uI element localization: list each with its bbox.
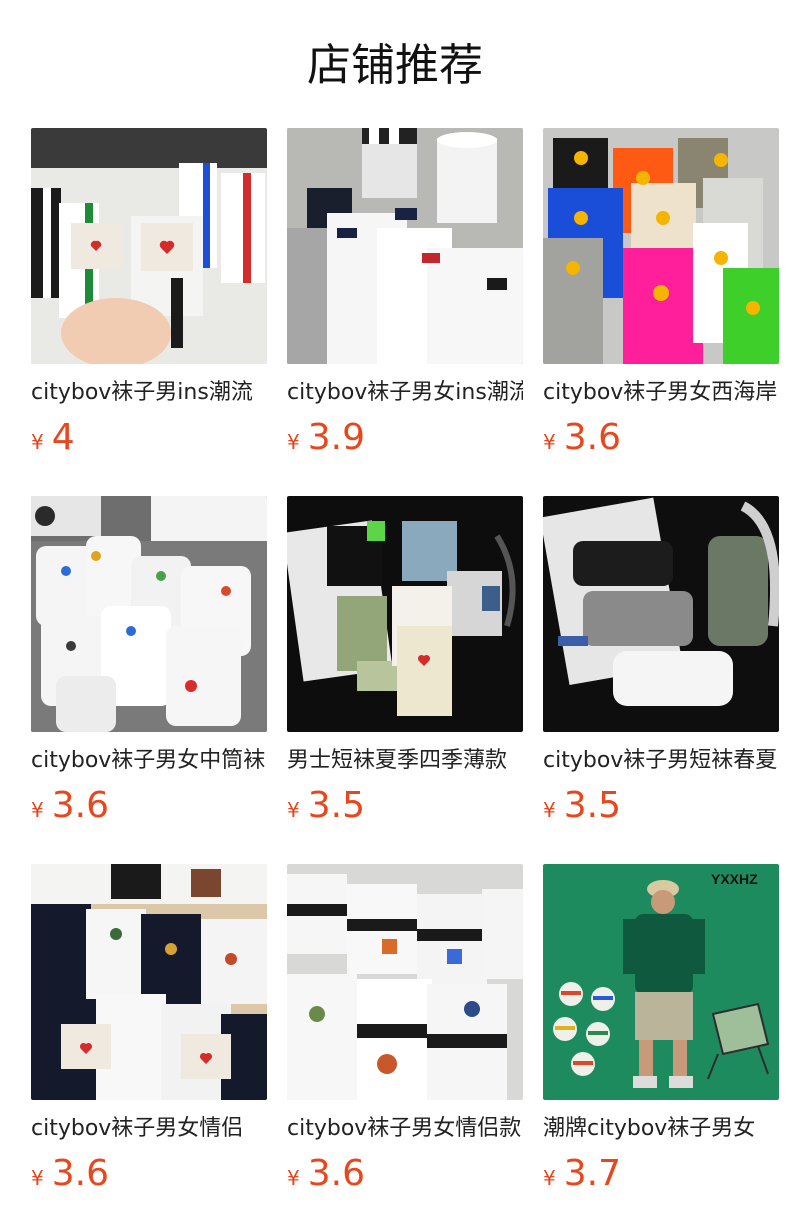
product-price: ¥3.6 [543,416,621,460]
currency-symbol: ¥ [287,1166,300,1190]
price-value: 3.6 [51,1153,109,1194]
product-image[interactable] [543,128,779,364]
price-value: 3.6 [563,417,621,458]
product-price: ¥4 [31,416,75,460]
page-title: 店铺推荐 [307,40,483,91]
price-value: 3.5 [563,785,621,826]
product-card[interactable]: citybov袜子男女情侣 ¥3.6 [31,864,267,1204]
product-card[interactable]: citybov袜子男女ins潮流 ¥3.9 [287,128,523,468]
product-name[interactable]: citybov袜子男女西海岸 [543,378,779,408]
product-image[interactable] [31,496,267,732]
product-name[interactable]: 男士短袜夏季四季薄款 [287,746,523,776]
currency-symbol: ¥ [287,798,300,822]
product-card[interactable]: citybov袜子男ins潮流 ¥4 [31,128,267,468]
currency-symbol: ¥ [543,1166,556,1190]
product-card[interactable]: 男士短袜夏季四季薄款 ¥3.5 [287,496,523,836]
product-image[interactable] [543,496,779,732]
product-card[interactable]: citybov袜子男短袜春夏 ¥3.5 [543,496,779,836]
product-card[interactable]: citybov袜子男女西海岸 ¥3.6 [543,128,779,468]
product-name[interactable]: citybov袜子男短袜春夏 [543,746,779,776]
product-card[interactable]: citybov袜子男女中筒袜 ¥3.6 [31,496,267,836]
currency-symbol: ¥ [543,798,556,822]
product-image[interactable] [31,864,267,1100]
product-price: ¥3.7 [543,1152,621,1196]
price-value: 3.6 [51,785,109,826]
product-name[interactable]: 潮牌citybov袜子男女 [543,1114,779,1144]
price-value: 3.5 [307,785,365,826]
product-image[interactable] [287,128,523,364]
product-name[interactable]: citybov袜子男女情侣款 [287,1114,523,1144]
product-name[interactable]: citybov袜子男女ins潮流 [287,378,523,408]
product-name[interactable]: citybov袜子男女情侣 [31,1114,267,1144]
product-card[interactable]: citybov袜子男女情侣款 ¥3.6 [287,864,523,1204]
currency-symbol: ¥ [543,430,556,454]
currency-symbol: ¥ [31,1166,44,1190]
currency-symbol: ¥ [31,430,44,454]
price-value: 3.7 [563,1153,621,1194]
product-name[interactable]: citybov袜子男女中筒袜 [31,746,267,776]
price-value: 3.6 [307,1153,365,1194]
price-value: 3.9 [307,417,365,458]
product-name[interactable]: citybov袜子男ins潮流 [31,378,267,408]
product-image[interactable]: YXXHZ [543,864,779,1100]
product-image[interactable] [31,128,267,364]
product-price: ¥3.6 [287,1152,365,1196]
product-price: ¥3.6 [31,784,109,828]
product-price: ¥3.5 [543,784,621,828]
product-price: ¥3.9 [287,416,365,460]
currency-symbol: ¥ [31,798,44,822]
brand-watermark: YXXHZ [711,871,758,887]
currency-symbol: ¥ [287,430,300,454]
product-price: ¥3.6 [31,1152,109,1196]
product-card[interactable]: YXXHZ 潮牌citybov袜子男女 ¥ 3.7 [543,864,779,1204]
product-image[interactable] [287,496,523,732]
product-image[interactable] [287,864,523,1100]
product-price: ¥3.5 [287,784,365,828]
price-value: 4 [51,417,75,458]
